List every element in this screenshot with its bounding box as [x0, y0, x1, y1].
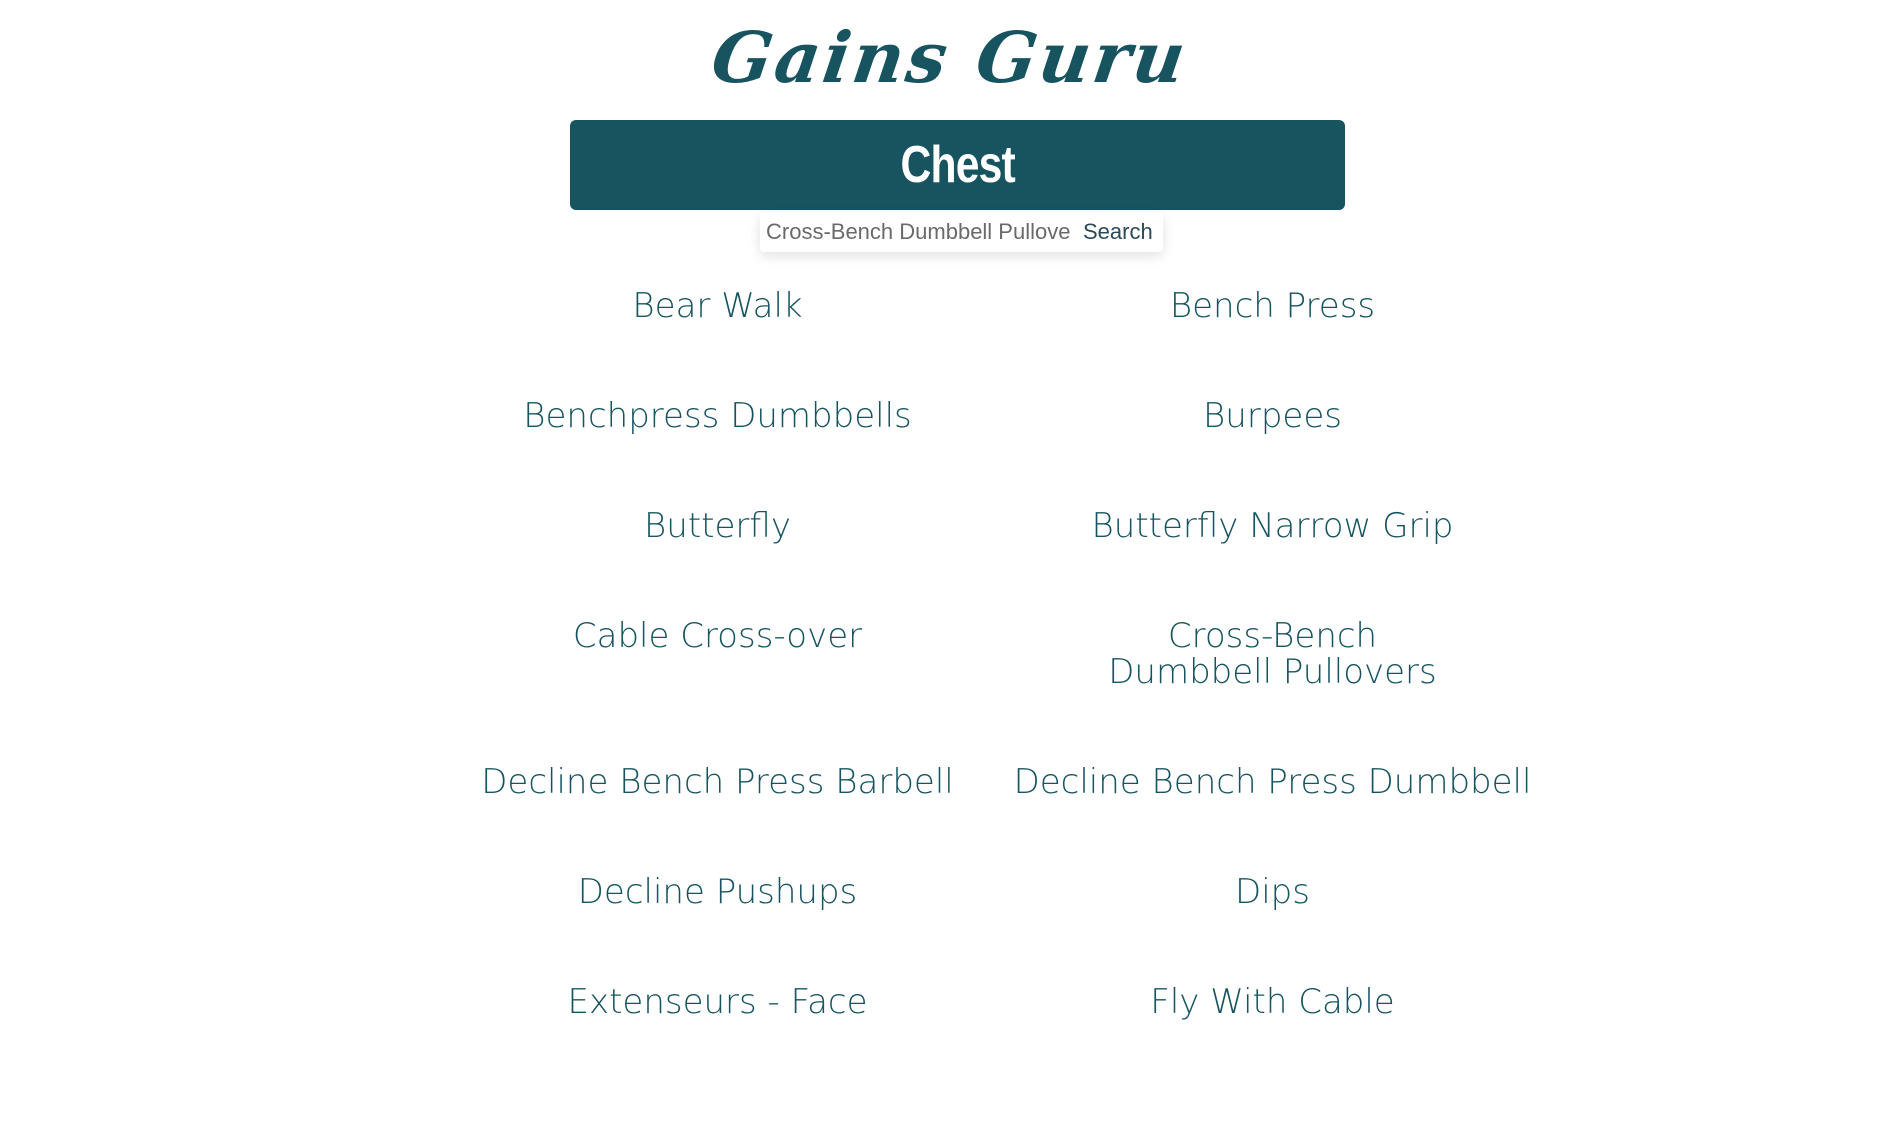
exercise-list: Bear Walk Bench Press Benchpress Dumbbel… [440, 280, 1540, 1086]
exercise-item-butterfly-narrow-grip[interactable]: Butterfly Narrow Grip [995, 500, 1550, 610]
app-logo-title: Gains Guru [706, 16, 1194, 99]
exercise-item-decline-bench-press-dumbbell[interactable]: Decline Bench Press Dumbbell [995, 756, 1550, 866]
exercise-item-bear-walk[interactable]: Bear Walk [440, 280, 995, 390]
category-banner: Chest [570, 120, 1345, 210]
exercise-item-cable-cross-over[interactable]: Cable Cross-over [440, 610, 995, 756]
exercise-item-cross-bench-dumbbell-pullovers[interactable]: Cross-Bench Dumbbell Pullovers [995, 610, 1550, 756]
exercise-item-decline-pushups[interactable]: Decline Pushups [440, 866, 995, 976]
search-input[interactable] [760, 212, 1077, 252]
exercise-item-dips[interactable]: Dips [995, 866, 1550, 976]
exercise-item-benchpress-dumbbells[interactable]: Benchpress Dumbbells [440, 390, 995, 500]
search-button[interactable]: Search [1077, 212, 1163, 252]
exercise-item-butterfly[interactable]: Butterfly [440, 500, 995, 610]
category-title: Chest [900, 136, 1015, 194]
exercise-item-extenseurs-face[interactable]: Extenseurs - Face [440, 976, 995, 1086]
exercise-item-decline-bench-press-barbell[interactable]: Decline Bench Press Barbell [440, 756, 995, 866]
exercise-item-bench-press[interactable]: Bench Press [995, 280, 1550, 390]
exercise-item-burpees[interactable]: Burpees [995, 390, 1550, 500]
search-bar: Search [760, 212, 1163, 252]
exercise-item-fly-with-cable[interactable]: Fly With Cable [995, 976, 1550, 1086]
